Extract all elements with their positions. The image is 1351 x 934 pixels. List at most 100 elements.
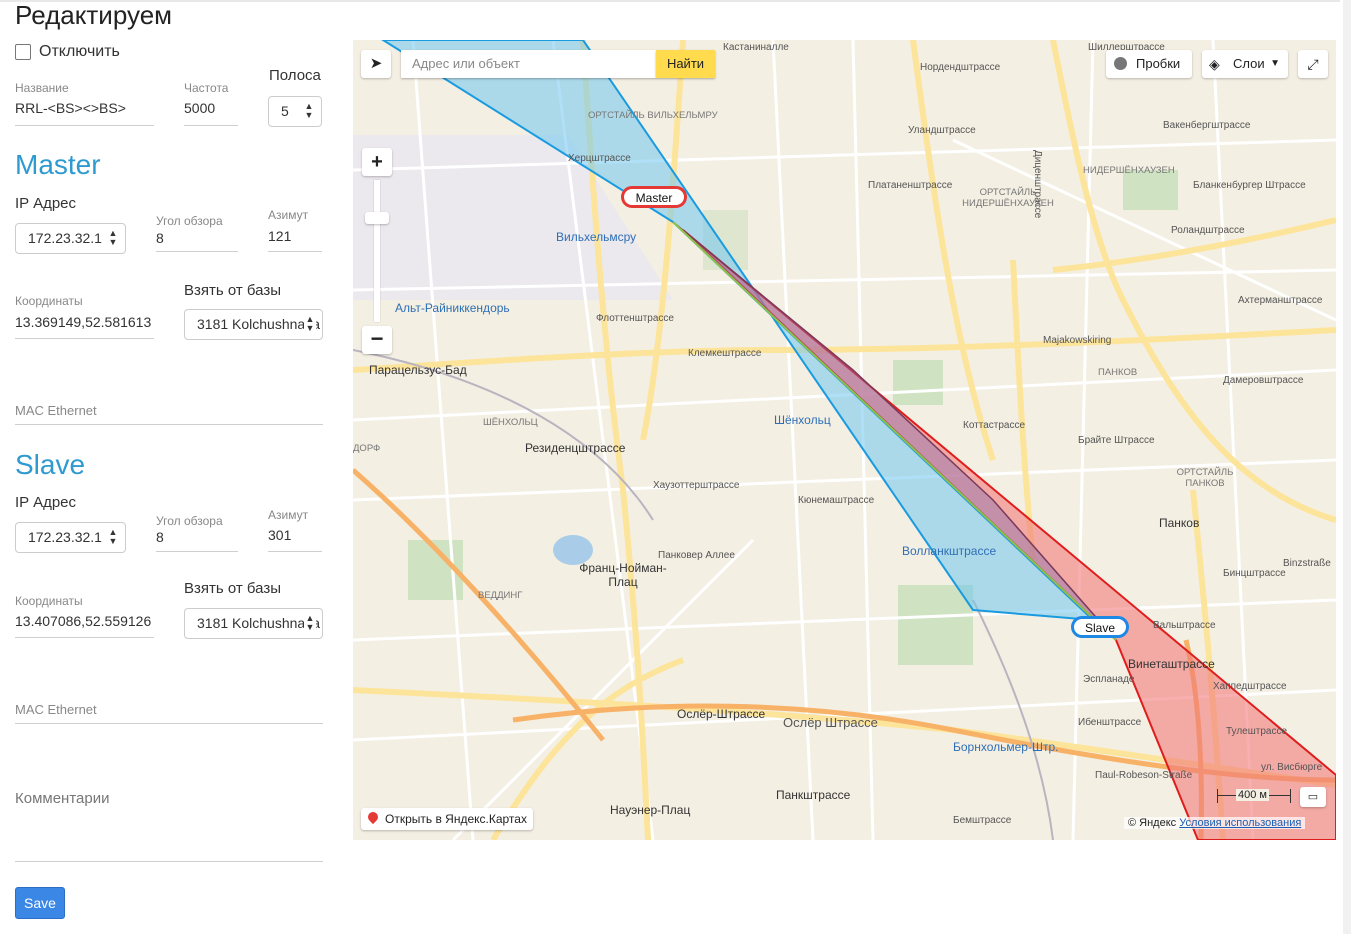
street-label: Херцштрассе	[568, 153, 631, 164]
street-label: Флоттенштрассе	[596, 313, 674, 324]
master-pin[interactable]: Master	[621, 186, 687, 208]
district-label: ОРТСТАЙЛЬ ПАНКОВ	[1176, 467, 1234, 489]
band-select[interactable]: 5 ▲ ▼	[268, 96, 322, 127]
station-label: Парацельзус-Бад	[369, 363, 467, 377]
street-label: Хаузоттерштрассе	[653, 480, 740, 491]
page-scrollbar[interactable]	[1343, 0, 1351, 934]
street-label: Тулештрассе	[1226, 726, 1288, 737]
locate-icon[interactable]: ➤	[361, 50, 391, 78]
master-coords-field[interactable]: 13.369149,52.581613	[15, 314, 151, 330]
disable-label[interactable]: Отключить	[39, 43, 120, 61]
layers-button[interactable]: ◈ Слои ▼	[1202, 50, 1288, 78]
master-mac-label: MAC Ethernet	[15, 403, 97, 418]
slave-coords-underline	[15, 637, 154, 638]
master-heading: Master	[15, 149, 101, 180]
zoom-out-button[interactable]: −	[362, 326, 392, 354]
comment-field[interactable]	[15, 861, 323, 862]
slave-azimuth-field[interactable]: 301	[268, 527, 291, 543]
map-find-button[interactable]: Найти	[656, 50, 715, 78]
save-button[interactable]: Save	[15, 887, 65, 919]
slave-ip-value: 172.23.32.1	[28, 529, 102, 545]
master-base-select[interactable]: 3181 Kolchushnaya ▲ ▼	[184, 309, 323, 340]
street-label: Платаненштрассе	[868, 180, 953, 191]
slave-angle-label: Угол обзора	[156, 514, 223, 528]
map-pin-icon	[365, 809, 381, 825]
district-label: НИДЕРШЁНХАУЗЕН	[1083, 165, 1175, 176]
comment-label: Комментарии	[15, 790, 110, 807]
zoom-slider-handle[interactable]	[365, 212, 389, 224]
master-azimuth-field[interactable]: 121	[268, 228, 291, 244]
freq-field[interactable]: 5000	[184, 100, 215, 116]
master-base-label: Взять от базы	[184, 282, 281, 299]
street-label: Панковер Аллее	[658, 550, 735, 561]
name-field[interactable]: RRL-<BS><>BS>	[15, 100, 126, 116]
slave-base-value: 3181 Kolchushnaya	[197, 615, 320, 631]
disable-checkbox[interactable]	[15, 44, 31, 60]
master-ip-label: IP Адрес	[15, 195, 77, 212]
scale-bar: 400 м	[1217, 789, 1291, 803]
master-angle-underline	[156, 251, 238, 252]
street-label: ул. Висбюрге	[1261, 762, 1323, 773]
select-arrows-icon: ▲ ▼	[303, 97, 315, 125]
street-label: Коттастрассе	[963, 420, 1026, 431]
station-label: Винеташтрассе	[1128, 657, 1215, 671]
street-label: Вальштрассе	[1153, 620, 1216, 631]
freq-label: Частота	[184, 81, 229, 95]
district-label: ДОРФ	[353, 443, 381, 454]
station-label: Науэнер-Плац	[610, 803, 691, 817]
slave-ip-label: IP Адрес	[15, 494, 77, 511]
master-mac-field[interactable]	[15, 424, 323, 425]
chevron-down-icon: ▼	[1270, 58, 1280, 69]
master-ip-value: 172.23.32.1	[28, 230, 102, 246]
master-ip-select[interactable]: 172.23.32.1 ▲ ▼	[15, 223, 126, 254]
slave-pin[interactable]: Slave	[1071, 616, 1129, 638]
master-coords-label: Координаты	[15, 294, 83, 308]
street-label: Кюнемаштрассе	[798, 495, 875, 506]
street-label: Дамеровштрассе	[1223, 375, 1304, 386]
station-label: Волланкштрассе	[902, 544, 997, 558]
slave-base-select[interactable]: 3181 Kolchushnaya ▲ ▼	[184, 608, 323, 639]
slave-coords-field[interactable]: 13.407086,52.559126	[15, 613, 151, 629]
slave-ip-select[interactable]: 172.23.32.1 ▲ ▼	[15, 522, 126, 553]
station-label: Панков	[1159, 516, 1200, 530]
select-arrows-icon: ▲ ▼	[107, 224, 119, 252]
traffic-label: Пробки	[1136, 56, 1181, 71]
station-label: Панкштрассе	[776, 788, 851, 802]
top-border	[0, 0, 1340, 2]
street-label: Ослёр Штрассе	[783, 715, 878, 730]
district-label: ОРТСТАЙЛЬ НИДЕРШЁНХАУЗЕН	[962, 187, 1054, 209]
street-label: Majakowskiring	[1043, 335, 1112, 346]
district-label: ШЁНХОЛЬЦ	[483, 417, 538, 428]
zoom-slider-track[interactable]	[374, 180, 380, 322]
fullscreen-icon[interactable]: ⤢	[1298, 50, 1328, 78]
master-angle-label: Угол обзора	[156, 214, 223, 228]
band-select-value: 5	[281, 103, 289, 119]
master-coords-underline	[15, 338, 154, 339]
district-label: ВЕДДИНГ	[478, 590, 523, 601]
select-arrows-icon: ▲ ▼	[304, 609, 316, 637]
map-search-input[interactable]: Адрес или объект	[401, 50, 656, 78]
layers-label: Слои	[1233, 56, 1265, 71]
master-angle-field[interactable]: 8	[156, 230, 164, 246]
master-azimuth-label: Азимут	[268, 208, 309, 222]
link-line	[672, 221, 1117, 641]
street-label: Брайте Штрассе	[1078, 435, 1155, 446]
street-label: Уландштрассе	[908, 125, 976, 136]
open-yandex-link[interactable]: Открыть в Яндекс.Картах	[361, 808, 533, 830]
slave-angle-field[interactable]: 8	[156, 529, 164, 545]
copyright-label: © Яндекс	[1128, 817, 1177, 829]
map-copyright: © Яндекс Условия использования	[1124, 817, 1306, 829]
slave-mac-field[interactable]	[15, 723, 323, 724]
station-label: Ослёр-Штрассе	[677, 707, 766, 721]
street-label: Ибенштрассе	[1078, 717, 1142, 728]
street-label: Роландштрассе	[1171, 225, 1245, 236]
traffic-button[interactable]: Пробки	[1106, 50, 1192, 78]
zoom-in-button[interactable]: +	[362, 148, 392, 176]
layers-icon: ◈	[1209, 56, 1220, 72]
map[interactable]: Кастаниналле Шиллерштрассе Нордендштрасс…	[353, 40, 1336, 840]
ruler-icon[interactable]: ▭	[1300, 787, 1326, 807]
open-yandex-label: Открыть в Яндекс.Картах	[385, 812, 527, 826]
select-arrows-icon: ▲ ▼	[107, 523, 119, 551]
terms-link[interactable]: Условия использования	[1179, 817, 1301, 829]
select-arrows-icon: ▲ ▼	[304, 310, 316, 338]
